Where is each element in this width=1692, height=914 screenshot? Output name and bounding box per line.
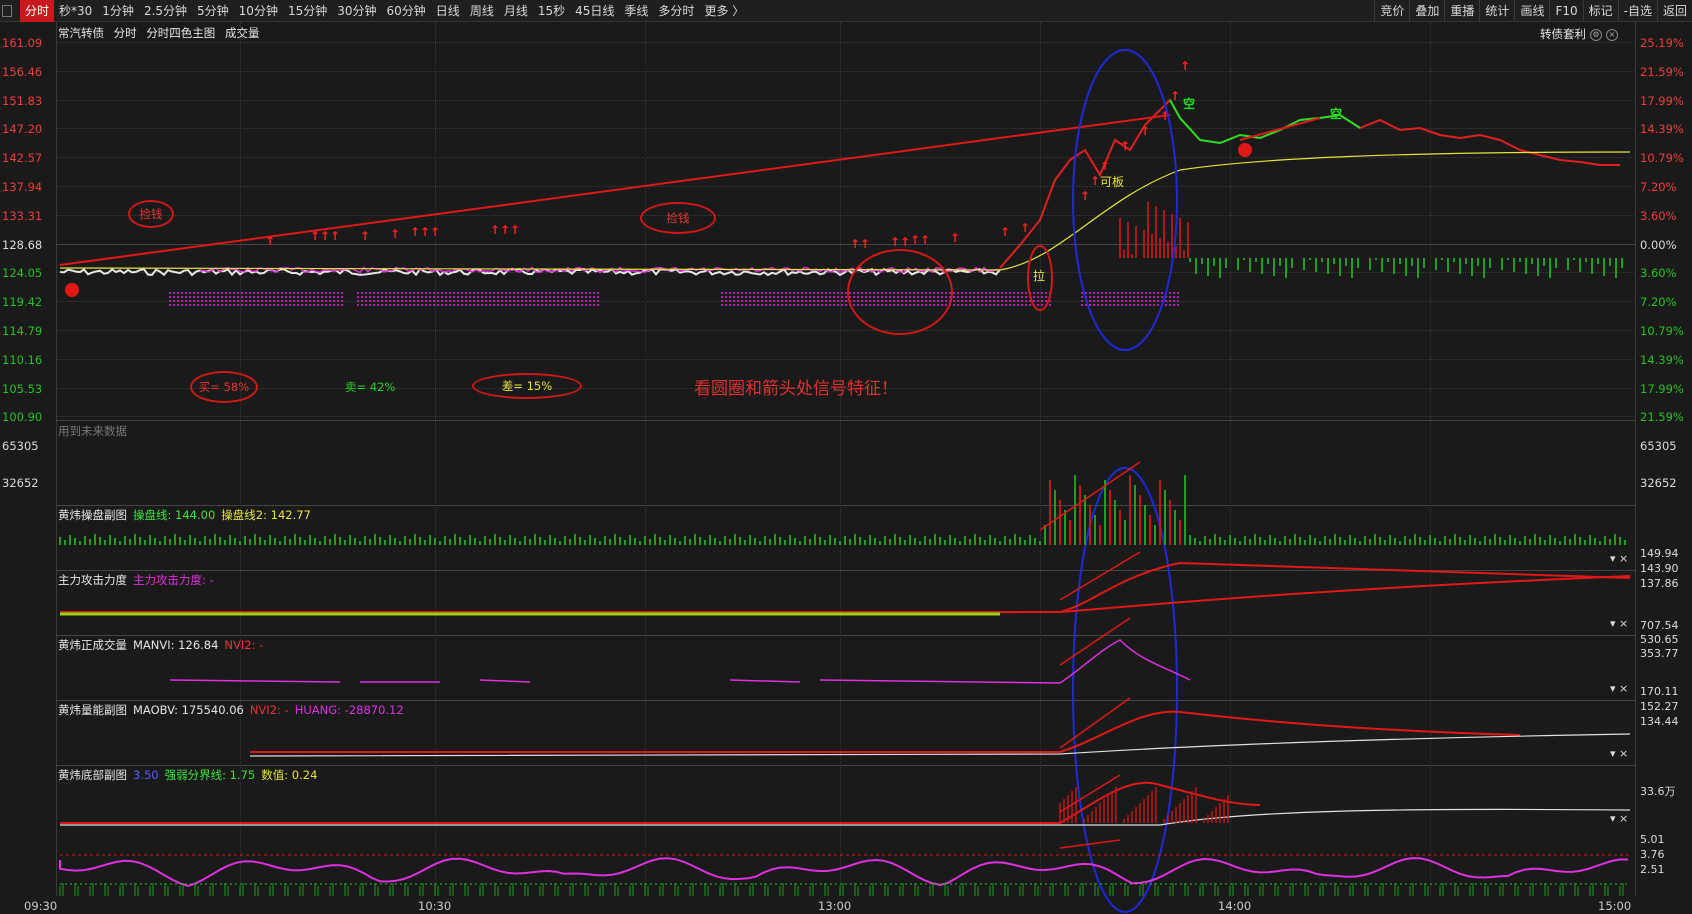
signal-arrow: ↑: [1180, 59, 1190, 73]
signal-arrow: ↑: [910, 233, 920, 247]
signal-arrow: ↑: [1000, 225, 1010, 239]
signal-arrow: ↑: [950, 231, 960, 245]
annotation-pick-money-1-text: 捡钱: [139, 207, 163, 221]
bottom-arrow: [1059, 839, 1121, 849]
signal-arrow: ↑: [920, 233, 930, 247]
short-label-2: 空: [1330, 106, 1342, 121]
short-label-1: 空: [1183, 96, 1195, 111]
bottom-line: [59, 857, 1628, 887]
signal-arrow: ↑: [310, 229, 320, 243]
signal-note: 看圆圈和箭头处信号特征！: [694, 379, 898, 399]
signal-arrow: ↑: [490, 223, 500, 237]
pull-label: 拉: [1033, 268, 1045, 283]
buy-ratio: 买= 58%: [198, 380, 250, 394]
signal-dot: [1238, 143, 1252, 157]
annotation-circle: [847, 249, 953, 335]
avg-price-line: [59, 151, 1631, 271]
signal-arrow: ↑: [330, 229, 340, 243]
signal-arrow: ↑: [1090, 174, 1100, 188]
operate-arrow: [1059, 551, 1141, 601]
nvi-line: [250, 710, 1521, 753]
signal-arrow: ↑: [1170, 89, 1180, 103]
signal-arrow: ↑: [860, 237, 870, 251]
chart-canvas[interactable]: ↑ ↑ ↑ ↑ ↑ ↑ ↑ ↑ ↑ ↑ ↑ ↑↑ ↑ ↑ ↑ ↑ ↑ ↑ ↑ ↑↑↑↑↑↑↑↑↑拉可板空空: [0, 0, 1692, 914]
signal-arrow: ↑: [430, 225, 440, 239]
sell-ratio: 卖= 42%: [345, 380, 396, 394]
signal-arrow: ↑: [1100, 159, 1110, 173]
signal-arrow: ↑: [420, 225, 430, 239]
signal-arrow: ↑: [1120, 139, 1130, 153]
signal-arrow: ↑: [1080, 189, 1090, 203]
signal-arrow: ↑: [900, 235, 910, 249]
signal-arrow: ↑: [360, 229, 370, 243]
trend-line-2: [1239, 117, 1321, 141]
signal-arrow: ↑: [510, 223, 520, 237]
signal-arrow: ↑: [850, 237, 860, 251]
board-label: 可板: [1100, 175, 1124, 189]
signal-arrow: ↑: [320, 229, 330, 243]
annotation-pick-money-2: 捡钱: [640, 202, 716, 234]
diff-ratio: 差= 15%: [501, 379, 553, 393]
signal-arrow: ↑: [265, 234, 275, 248]
trend-line: [59, 114, 1171, 266]
signal-arrow: ↑: [890, 235, 900, 249]
annotation-diff: 差= 15%: [472, 373, 582, 399]
signal-dot: [65, 283, 79, 297]
signal-arrow: ↑: [390, 227, 400, 241]
operate-line-2: [60, 575, 1631, 613]
attack-arrow: [1059, 617, 1131, 666]
nvi-arrow: [1059, 697, 1131, 749]
signal-arrow: ↑: [1140, 124, 1150, 138]
signal-arrow: ↑: [410, 225, 420, 239]
annotation-pick-money-2-text: 捡钱: [666, 211, 690, 225]
annotation-buy: 买= 58%: [190, 371, 258, 403]
annotation-pick-money-1: 捡钱: [128, 200, 174, 228]
signal-arrow: ↑: [500, 223, 510, 237]
attack-line: [169, 639, 1191, 684]
signal-arrow: ↑: [1020, 221, 1030, 235]
